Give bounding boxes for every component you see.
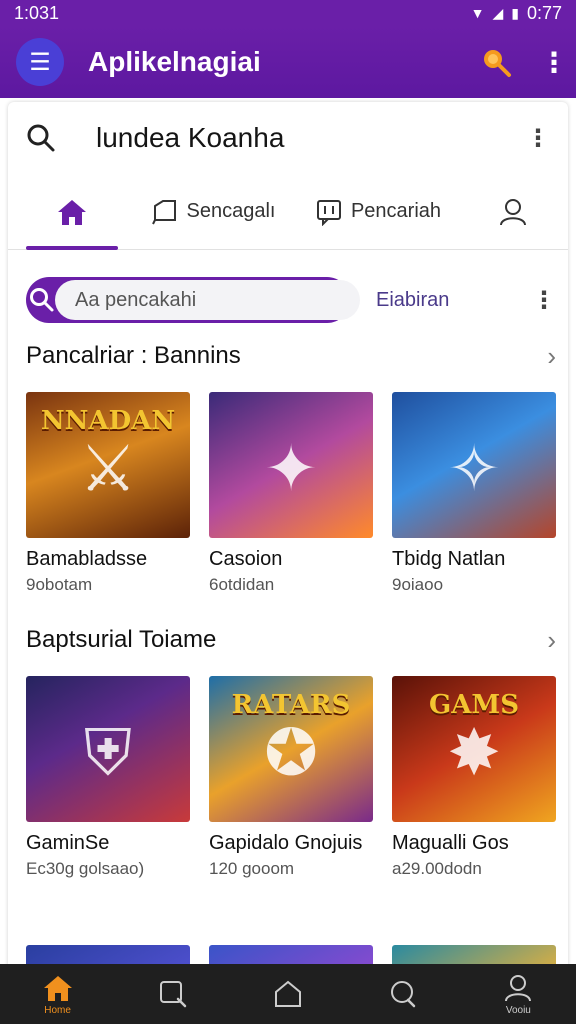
- game-thumbnail[interactable]: ⛨: [26, 676, 190, 822]
- more-options-button[interactable]: ⋮: [532, 286, 556, 315]
- tab-sencagali[interactable]: Sencagalı: [138, 174, 288, 250]
- chevron-right-icon[interactable]: ›: [547, 341, 556, 372]
- bottom-nav: Home Vooiu: [0, 964, 576, 1024]
- house-outline-icon: [274, 980, 301, 1007]
- game-thumbnail[interactable]: ✦: [209, 392, 373, 538]
- hero-figure-icon: ✦: [264, 432, 318, 505]
- search-header-title: lundea Koanha: [96, 122, 285, 153]
- game-card[interactable]: RATARS ✪ Gapidalo Gnojuis 120 gooom: [209, 676, 373, 879]
- search-icon: [30, 288, 54, 312]
- status-time: 1:031: [14, 2, 60, 23]
- search-row: Eiabiran ⋮: [26, 277, 556, 323]
- tab-home[interactable]: [26, 174, 118, 250]
- game-name: Gapidalo Gnojuis: [209, 832, 363, 854]
- nav-label: Home: [44, 1004, 71, 1016]
- menu-button[interactable]: ☰: [16, 38, 64, 86]
- tab-pencariah[interactable]: Pencariah: [298, 174, 458, 250]
- tab-label: Sencagalı: [186, 200, 276, 222]
- status-icons: ▼ ◢ ▮ 0:77: [471, 3, 562, 24]
- tag-icon: [151, 199, 176, 224]
- squad-figure-icon: ✪: [264, 716, 318, 789]
- more-options-button[interactable]: ⋮: [540, 46, 568, 79]
- tab-profile[interactable]: [478, 174, 548, 250]
- search-bar: [26, 277, 360, 323]
- game-thumbnail[interactable]: GAMS ✸: [392, 676, 556, 822]
- section-title: Baptsurial Toiame: [26, 626, 217, 653]
- game-grid: NNADAN ⚔ Bamabladsse 9obotam ✦ Casoion 6…: [26, 392, 556, 595]
- search-submit-button[interactable]: [29, 280, 55, 320]
- game-name: Tbidg Natlan: [392, 548, 506, 570]
- section-title: Pancalriar : Bannins: [26, 342, 241, 369]
- game-name: Casoion: [209, 548, 283, 570]
- game-thumbnail[interactable]: NNADAN ⚔: [26, 392, 190, 538]
- tab-label: Pencariah: [350, 200, 442, 222]
- search-icon: [159, 981, 187, 1008]
- status-bar: 1:031 ▼ ◢ ▮ 0:77: [0, 0, 576, 26]
- status-battery: 0:77: [526, 2, 562, 23]
- profile-icon: [500, 198, 526, 225]
- warrior-figure-icon: ⚔: [79, 432, 137, 505]
- nav-search[interactable]: [133, 964, 213, 1024]
- game-meta: 9obotam: [26, 575, 93, 594]
- game-meta: 120 gooom: [209, 859, 295, 878]
- nav-chat[interactable]: [363, 964, 443, 1024]
- filter-link[interactable]: Eiabiran: [376, 289, 532, 312]
- game-grid: ⛨ GaminSe Ec30g golsaao) RATARS ✪ Gapida…: [26, 676, 556, 879]
- shield-warrior-icon: ⛨: [84, 716, 132, 789]
- game-meta: Ec30g golsaao): [26, 859, 145, 878]
- game-name: Bamabladsse: [26, 548, 148, 570]
- app-title: Aplikelnagiai: [88, 46, 261, 77]
- search-icon: [484, 50, 511, 77]
- content-card: lundea Koanha ⋮ Sencagalı Pencariah Aa p…: [8, 102, 568, 972]
- nav-home[interactable]: Home: [18, 964, 98, 1024]
- hamburger-icon: ☰: [29, 48, 51, 76]
- home-icon: [43, 975, 72, 1001]
- game-card[interactable]: NNADAN ⚔ Bamabladsse 9obotam: [26, 392, 190, 595]
- profile-icon: [505, 974, 532, 1001]
- search-button[interactable]: [476, 42, 516, 82]
- nav-label: Vooiu: [505, 1004, 531, 1016]
- app-bar: ☰ Aplikelnagiai ⋮: [0, 26, 576, 98]
- home-icon: [58, 199, 86, 225]
- game-card[interactable]: GAMS ✸ Magualli Gos a29.00dodn: [392, 676, 556, 879]
- game-thumbnail[interactable]: RATARS ✪: [209, 676, 373, 822]
- section-header[interactable]: Pancalriar : Bannins ›: [26, 338, 556, 374]
- nav-house[interactable]: [248, 964, 328, 1024]
- soldier-figure-icon: ✧: [447, 432, 501, 505]
- game-card[interactable]: ⛨ GaminSe Ec30g golsaao): [26, 676, 190, 879]
- chat-icon: [316, 199, 341, 226]
- tab-bar: Sencagalı Pencariah: [8, 174, 568, 250]
- signal-icon: ◢: [492, 4, 504, 21]
- search-icon[interactable]: [26, 123, 56, 153]
- chat-icon: [391, 981, 416, 1008]
- game-meta: 6otdidan: [209, 575, 275, 594]
- battery-icon: ▮: [511, 4, 519, 21]
- fighters-figure-icon: ✸: [447, 716, 501, 789]
- game-thumbnail[interactable]: ✧: [392, 392, 556, 538]
- nav-profile[interactable]: Vooiu: [478, 964, 558, 1024]
- search-header: lundea Koanha ⋮: [8, 102, 568, 174]
- game-card[interactable]: ✧ Tbidg Natlan 9oiaoo: [392, 392, 556, 595]
- search-input[interactable]: [55, 280, 360, 320]
- game-name: Magualli Gos: [392, 832, 509, 854]
- chevron-right-icon[interactable]: ›: [547, 625, 556, 656]
- more-options-button[interactable]: ⋮: [526, 124, 550, 153]
- game-name: GaminSe: [26, 832, 110, 854]
- game-meta: a29.00dodn: [392, 859, 482, 878]
- wifi-icon: ▼: [470, 5, 485, 21]
- game-card[interactable]: ✦ Casoion 6otdidan: [209, 392, 373, 595]
- game-meta: 9oiaoo: [392, 575, 444, 594]
- section-header[interactable]: Baptsurial Toiame ›: [26, 622, 556, 658]
